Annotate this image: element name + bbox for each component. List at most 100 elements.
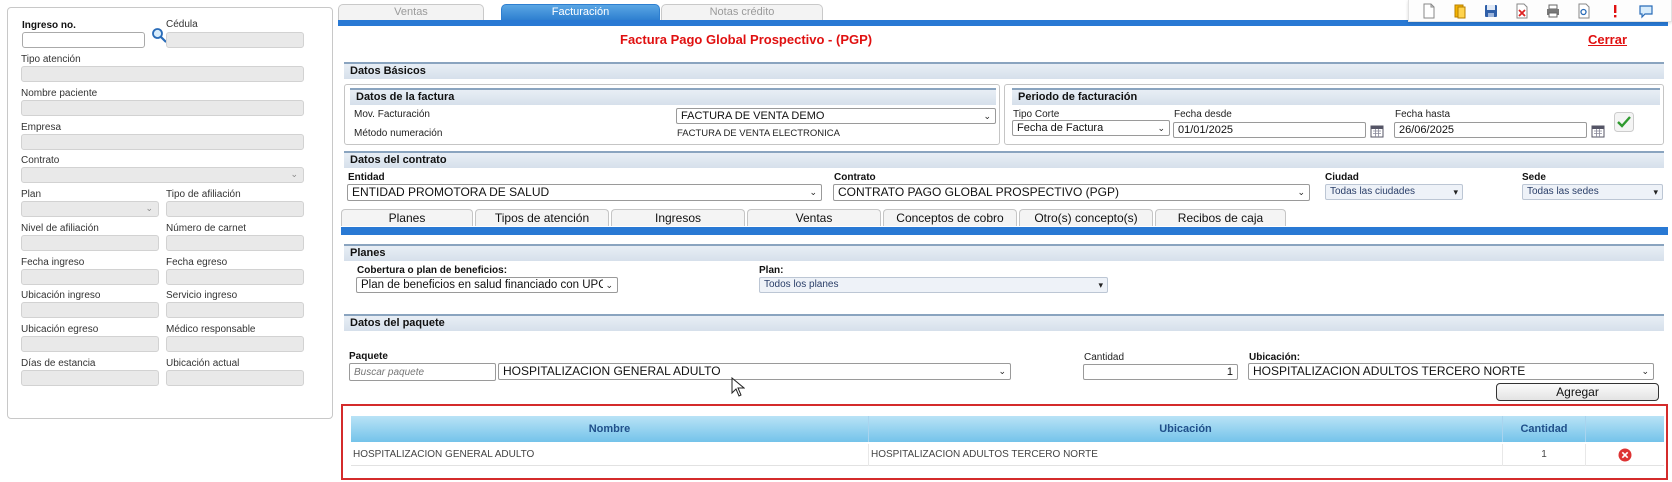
plan-select[interactable]: Todos los planes ▾: [759, 277, 1108, 293]
plan-select[interactable]: ⌄: [21, 201, 159, 217]
paquete-value: HOSPITALIZACION GENERAL ADULTO: [503, 364, 721, 378]
ubicacion-actual-label: Ubicación actual: [166, 358, 240, 369]
new-document-icon[interactable]: [1421, 3, 1437, 19]
servicio-ingreso-field: [166, 302, 304, 318]
cedula-field: [166, 32, 304, 48]
chevron-down-icon: ⌄: [998, 366, 1006, 376]
cantidad-input[interactable]: 1: [1083, 364, 1238, 380]
sede-select[interactable]: Todas las sedes ▾: [1522, 184, 1663, 200]
empresa-label: Empresa: [21, 122, 62, 133]
nivel-afiliacion-field: [21, 235, 159, 251]
tab-ventas[interactable]: Ventas: [338, 4, 484, 20]
tab-tipos-atencion[interactable]: Tipos de atención: [475, 209, 609, 226]
cantidad-label: Cantidad: [1084, 352, 1125, 363]
sede-label: Sede: [1522, 172, 1546, 183]
planes-header: Planes: [344, 244, 1664, 261]
nivel-afiliacion-label: Nivel de afiliación: [21, 223, 99, 234]
medico-responsable-field: [166, 336, 304, 352]
folder-icon[interactable]: [1452, 3, 1468, 19]
table-header: Nombre Ubicación Cantidad: [351, 416, 1664, 442]
paquete-header: Datos del paquete: [344, 314, 1664, 331]
contrato-select[interactable]: ⌄: [21, 167, 304, 183]
cobertura-label: Cobertura o plan de beneficios:: [357, 265, 508, 276]
metodo-numeracion-value: FACTURA DE VENTA ELECTRONICA: [677, 128, 840, 139]
cobertura-value: Plan de beneficios en salud financiado c…: [361, 279, 607, 291]
fecha-ingreso-field: [21, 269, 159, 285]
fecha-hasta-input[interactable]: 26/06/2025: [1394, 122, 1587, 138]
numero-carnet-label: Número de carnet: [166, 223, 247, 234]
ubicacion-ingreso-label: Ubicación ingreso: [21, 290, 101, 301]
empresa-field: [21, 134, 304, 150]
buscar-paquete-input[interactable]: [349, 363, 496, 381]
save-icon[interactable]: [1483, 3, 1499, 19]
alert-icon[interactable]: [1607, 3, 1623, 19]
datos-factura-header: Datos de la factura: [350, 88, 996, 105]
sede-value: Todas las sedes: [1527, 186, 1599, 197]
ubicacion-egreso-label: Ubicación egreso: [21, 324, 99, 335]
chevron-down-icon: ⌄: [809, 187, 817, 197]
print-icon[interactable]: [1545, 3, 1561, 19]
ciudad-select[interactable]: Todas las ciudades ▾: [1325, 184, 1463, 200]
caret-down-icon: ▾: [1453, 187, 1458, 197]
ingreso-input[interactable]: [22, 32, 145, 48]
contrato-value: CONTRATO PAGO GLOBAL PROSPECTIVO (PGP): [838, 185, 1119, 199]
fecha-hasta-label: Fecha hasta: [1395, 109, 1451, 120]
tab-otros-conceptos[interactable]: Otro(s) concepto(s): [1019, 209, 1153, 226]
metodo-numeracion-label: Método numeración: [354, 128, 443, 139]
tipo-atencion-label: Tipo atención: [21, 54, 81, 65]
chevron-down-icon: ⌄: [1157, 123, 1165, 133]
tab-planes[interactable]: Planes: [341, 209, 473, 226]
agregar-button[interactable]: Agregar: [1496, 383, 1659, 401]
paquete-label: Paquete: [349, 351, 388, 362]
plan-value: Todos los planes: [764, 279, 839, 290]
contrato-label: Contrato: [21, 155, 60, 166]
ciudad-value: Todas las ciudades: [1330, 186, 1416, 197]
tab-ventas-sub[interactable]: Ventas: [747, 209, 881, 226]
cedula-label: Cédula: [166, 19, 198, 30]
numero-carnet-field: [166, 235, 304, 251]
fecha-ingreso-label: Fecha ingreso: [21, 257, 85, 268]
tab-ingresos[interactable]: Ingresos: [611, 209, 745, 226]
search-icon[interactable]: [151, 27, 167, 43]
calendar-icon[interactable]: [1591, 124, 1605, 138]
apply-check-icon[interactable]: [1614, 112, 1634, 132]
ingreso-label: Ingreso no.: [22, 20, 76, 31]
tipo-atencion-field: [21, 66, 304, 82]
entidad-select[interactable]: ENTIDAD PROMOTORA DE SALUD ⌄: [347, 184, 822, 201]
table-row[interactable]: HOSPITALIZACION GENERAL ADULTO HOSPITALI…: [351, 444, 1664, 466]
delete-document-icon[interactable]: [1514, 3, 1530, 19]
calendar-icon[interactable]: [1370, 124, 1384, 138]
col-acciones: [1586, 416, 1664, 442]
tab-notas-credito[interactable]: Notas crédito: [661, 4, 823, 20]
cobertura-select[interactable]: Plan de beneficios en salud financiado c…: [356, 277, 618, 293]
close-link[interactable]: Cerrar: [1588, 32, 1627, 47]
fecha-egreso-field: [166, 269, 304, 285]
tipo-corte-select[interactable]: Fecha de Factura ⌄: [1012, 120, 1170, 136]
col-cantidad: Cantidad: [1503, 416, 1586, 442]
medico-responsable-label: Médico responsable: [166, 324, 256, 335]
contrato-select[interactable]: CONTRATO PAGO GLOBAL PROSPECTIVO (PGP) ⌄: [833, 184, 1310, 201]
chevron-down-icon: ⌄: [290, 169, 298, 179]
ubicacion-select[interactable]: HOSPITALIZACION ADULTOS TERCERO NORTE ⌄: [1248, 363, 1654, 380]
nombre-paciente-label: Nombre paciente: [21, 88, 98, 99]
chevron-down-icon: ⌄: [1297, 187, 1305, 197]
chat-icon[interactable]: [1638, 3, 1654, 19]
tab-recibos-caja[interactable]: Recibos de caja: [1155, 209, 1286, 226]
tab-facturacion[interactable]: Facturación: [501, 4, 660, 20]
chevron-down-icon: ⌄: [1641, 366, 1649, 376]
cell-cantidad: 1: [1503, 444, 1586, 466]
paquete-select[interactable]: HOSPITALIZACION GENERAL ADULTO ⌄: [498, 363, 1011, 380]
caret-down-icon: ▾: [1098, 280, 1103, 290]
ubicacion-egreso-field: [21, 336, 159, 352]
mov-facturacion-select[interactable]: FACTURA DE VENTA DEMO ⌄: [676, 108, 996, 124]
tipo-corte-label: Tipo Corte: [1013, 109, 1060, 120]
fecha-desde-input[interactable]: 01/01/2025: [1173, 122, 1366, 138]
chevron-down-icon: ⌄: [603, 278, 613, 292]
ubicacion-actual-field: [166, 370, 304, 386]
delete-row-icon[interactable]: [1618, 448, 1632, 462]
paquetes-table: Nombre Ubicación Cantidad HOSPITALIZACIO…: [341, 404, 1668, 480]
datos-basicos-header: Datos Básicos: [344, 62, 1664, 79]
mouse-cursor-icon: [731, 377, 745, 397]
preview-icon[interactable]: [1576, 3, 1592, 19]
tab-conceptos-cobro[interactable]: Conceptos de cobro: [883, 209, 1017, 226]
